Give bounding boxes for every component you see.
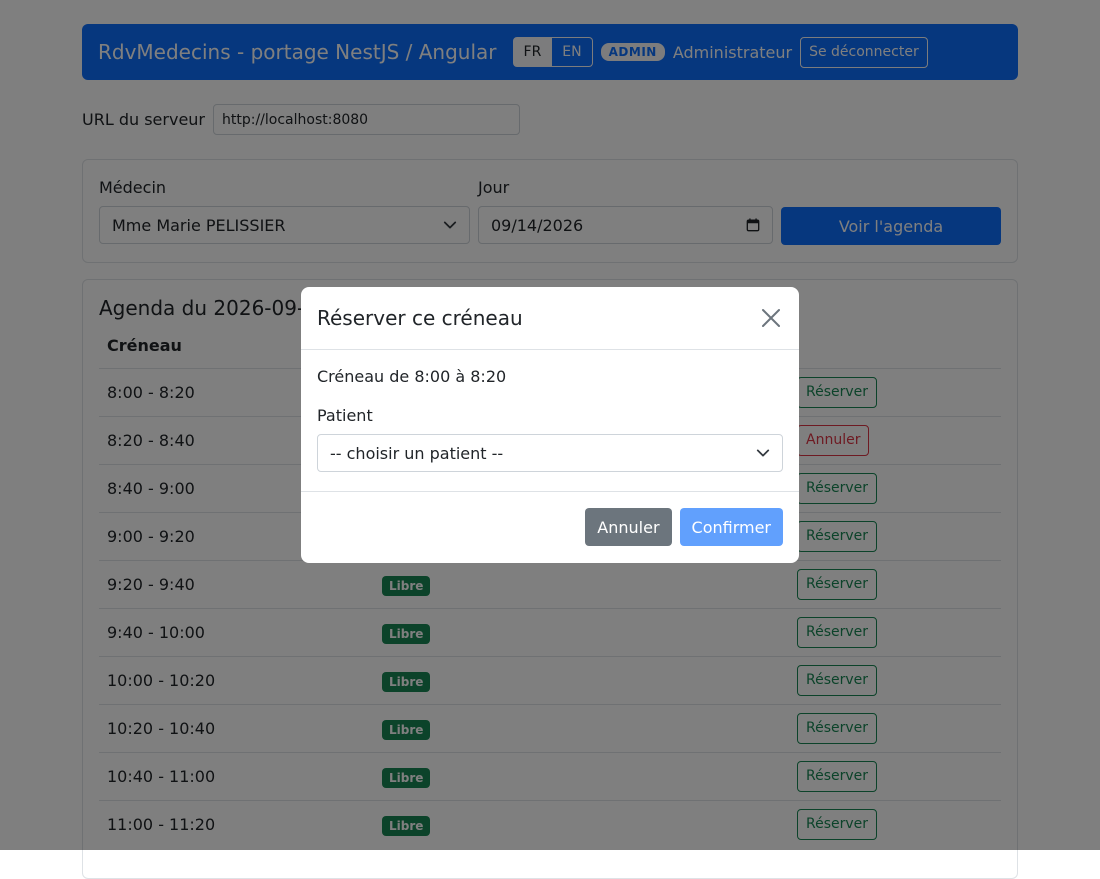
modal-title: Réserver ce créneau [317, 306, 523, 330]
modal-confirm-button[interactable]: Confirmer [679, 508, 783, 546]
modal-body: Créneau de 8:00 à 8:20 Patient -- choisi… [301, 350, 799, 492]
modal-header: Réserver ce créneau [301, 287, 799, 350]
reserve-modal: Réserver ce créneau Créneau de 8:00 à 8:… [301, 287, 799, 563]
modal-footer: Annuler Confirmer [301, 492, 799, 562]
close-modal-button[interactable] [759, 306, 783, 330]
patient-select-value: -- choisir un patient -- [330, 443, 504, 463]
modal-cancel-button[interactable]: Annuler [585, 508, 672, 546]
close-icon [762, 309, 780, 327]
chevron-down-icon [756, 449, 770, 457]
patient-select[interactable]: -- choisir un patient -- [317, 434, 783, 472]
patient-label: Patient [317, 406, 373, 425]
slot-description: Créneau de 8:00 à 8:20 [317, 367, 507, 386]
